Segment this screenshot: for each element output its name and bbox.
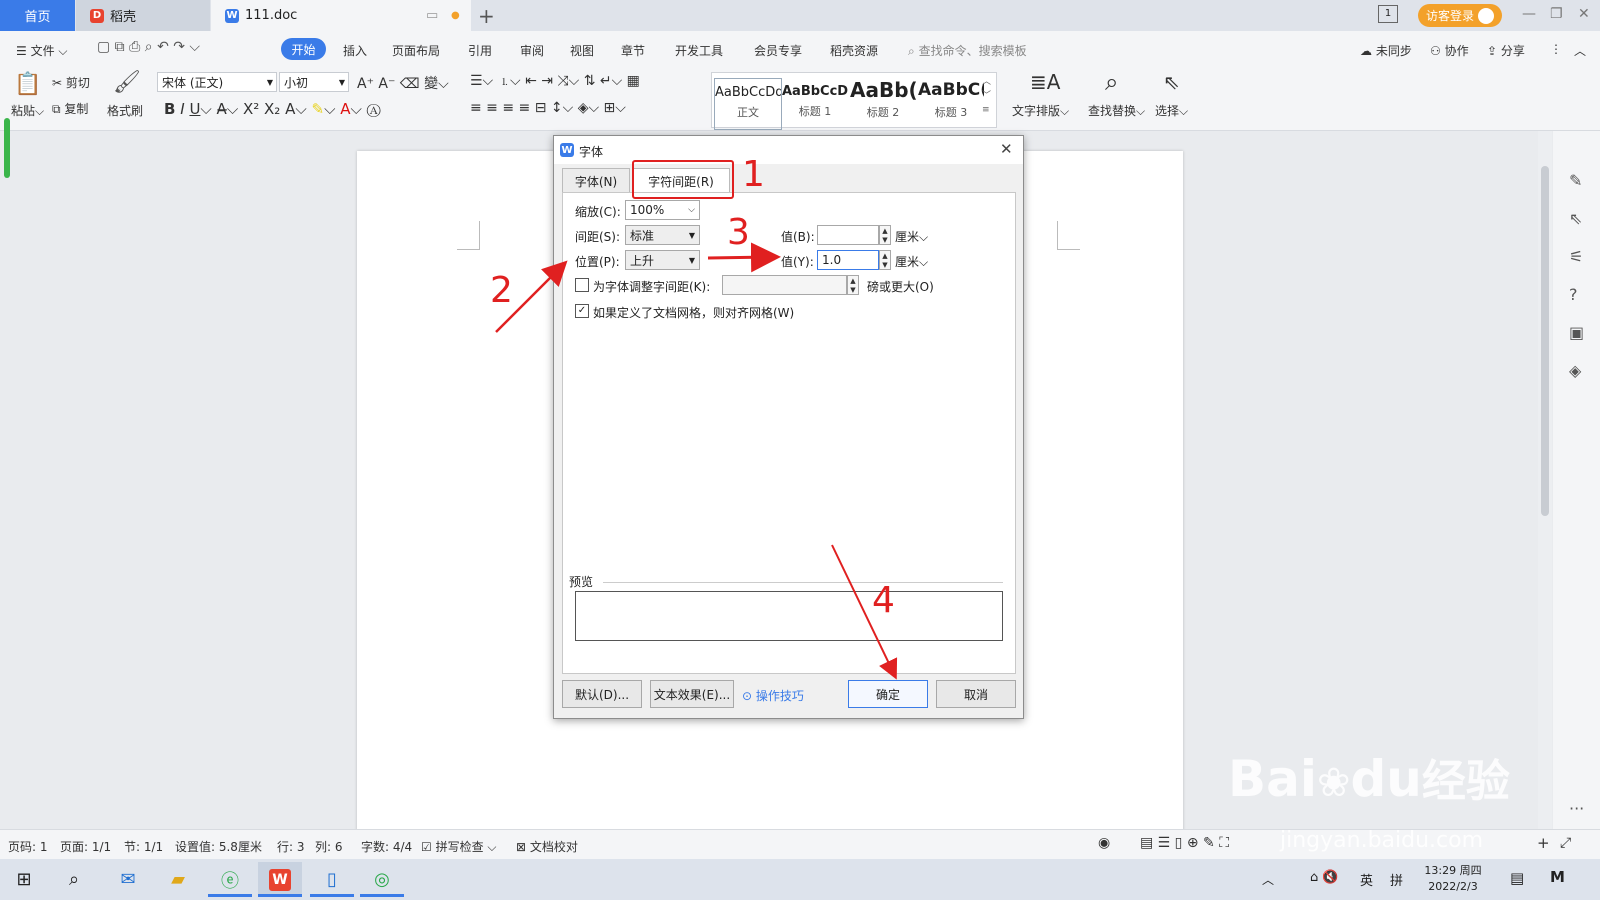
status-row: 行: 3	[277, 840, 305, 854]
zoom-in-icon[interactable]: +	[1537, 834, 1550, 852]
status-words[interactable]: 字数: 4/4	[361, 838, 412, 855]
watermark-url: jingyan.baidu.com	[1280, 828, 1484, 853]
taskbar-active-indicator	[208, 894, 252, 897]
taskbar-active-indicator	[310, 894, 354, 897]
eye-protect-icon[interactable]: ◉	[1098, 835, 1110, 851]
status-col: 列: 6	[315, 840, 343, 854]
taskbar-active-indicator	[258, 894, 302, 897]
status-setting: 设置值: 5.8厘米	[175, 840, 262, 854]
ime-mode-icon[interactable]: 拼	[1390, 870, 1403, 889]
taskbar: ⊞ ⌕ ✉ ▰ ⓔ W ▯ ◎ ︿ ⌂ 🔇 英 拼 13:29 周四 2022/…	[0, 859, 1600, 900]
spell-check-label: 拼写检查	[435, 840, 484, 854]
tablet-app-icon[interactable]: ▯	[310, 862, 354, 897]
doc-proof-button[interactable]: ⊠ 文档校对	[516, 838, 578, 855]
mail-icon[interactable]: ✉	[106, 862, 150, 897]
doc-proof-label: 文档校对	[529, 840, 578, 854]
fullscreen-icon[interactable]: ⤢	[1560, 835, 1571, 851]
paw-icon: ❀	[1317, 760, 1351, 806]
tray-icons[interactable]: ⌂ 🔇	[1310, 870, 1339, 885]
status-page: 页码: 1	[8, 840, 48, 854]
watermark-brand-text: Bai	[1228, 750, 1317, 808]
wps-taskbar-icon[interactable]: W	[258, 862, 302, 897]
arrow-to-position	[495, 260, 568, 333]
arrow-to-value	[707, 242, 781, 273]
taskbar-active-indicator	[360, 894, 404, 897]
arrow-to-ok	[831, 544, 898, 680]
clock[interactable]: 13:29 周四 2022/2/3	[1418, 863, 1488, 895]
folder-icon[interactable]: ▰	[156, 862, 200, 897]
tray-expand-icon[interactable]: ︿	[1262, 871, 1274, 888]
wechat-icon[interactable]: ◎	[360, 862, 404, 897]
watermark-paw-text: du	[1350, 750, 1422, 808]
watermark-brand: Bai❀du经验	[1228, 745, 1510, 809]
view-mode-icons[interactable]: ▤ ☰ ▯ ⊕ ✎ ⛶	[1140, 835, 1229, 851]
clock-time: 13:29 周四	[1424, 864, 1482, 877]
status-section: 节: 1/1	[124, 840, 164, 854]
notification-icon[interactable]: ▤	[1510, 869, 1524, 887]
taskbar-search-icon[interactable]: ⌕	[52, 862, 96, 897]
clock-date: 2022/2/3	[1428, 880, 1478, 893]
action-center-icon[interactable]: Ⅿ	[1550, 868, 1565, 886]
browser-icon[interactable]: ⓔ	[208, 862, 252, 897]
spell-check-button[interactable]: ☑ 拼写检查 ⌵	[421, 838, 497, 855]
watermark-cn-text: 经验	[1421, 756, 1510, 807]
wps-logo-icon: W	[269, 868, 291, 891]
status-pages: 页面: 1/1	[60, 840, 112, 854]
ime-indicator[interactable]: 英	[1360, 870, 1373, 889]
windows-start-icon[interactable]: ⊞	[2, 862, 46, 897]
